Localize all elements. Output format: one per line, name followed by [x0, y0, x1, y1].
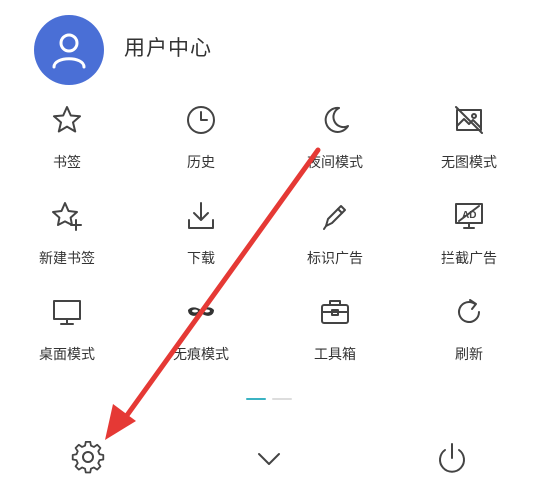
user-center-header[interactable]: 用户中心: [0, 0, 538, 90]
toolbox-icon: [317, 294, 353, 330]
menu-item-label: 新建书签: [39, 251, 95, 267]
page-dot-active: [246, 398, 266, 400]
refresh-icon: [451, 294, 487, 330]
gear-icon: [71, 441, 105, 474]
user-avatar-icon[interactable]: [34, 15, 104, 85]
collapse-button[interactable]: [247, 437, 291, 481]
no-image-icon: [451, 102, 487, 138]
menu-item-no-image-mode[interactable]: 无图模式: [402, 96, 536, 192]
menu-item-mark-ads[interactable]: 标识广告: [268, 192, 402, 288]
menu-item-incognito-mode[interactable]: 无痕模式: [134, 288, 268, 384]
menu-item-download[interactable]: 下载: [134, 192, 268, 288]
menu-item-label: 刷新: [455, 347, 483, 363]
pen-icon: [317, 198, 353, 234]
menu-item-label: 书签: [53, 155, 81, 171]
menu-item-history[interactable]: 历史: [134, 96, 268, 192]
star-plus-icon: [49, 198, 85, 234]
menu-item-label: 标识广告: [307, 251, 363, 267]
star-icon: [49, 102, 85, 138]
page-dot-inactive: [272, 398, 292, 400]
moon-icon: [317, 102, 353, 138]
menu-item-label: 无痕模式: [173, 347, 229, 363]
download-icon: [183, 198, 219, 234]
chevron-down-icon: [258, 453, 280, 465]
page-indicator: [246, 398, 294, 401]
menu-item-toolbox[interactable]: 工具箱: [268, 288, 402, 384]
mask-icon: [183, 294, 219, 330]
power-button[interactable]: [430, 437, 474, 481]
menu-item-label: 历史: [187, 155, 215, 171]
menu-item-label: 桌面模式: [39, 347, 95, 363]
menu-item-label: 下载: [187, 251, 215, 267]
user-center-title[interactable]: 用户中心: [124, 32, 212, 62]
monitor-icon: [49, 294, 85, 330]
svg-text:AD: AD: [462, 210, 476, 221]
menu-item-bookmarks[interactable]: 书签: [0, 96, 134, 192]
menu-item-label: 拦截广告: [441, 251, 497, 267]
menu-item-label: 夜间模式: [307, 155, 363, 171]
clock-icon: [183, 102, 219, 138]
menu-item-label: 工具箱: [314, 347, 356, 363]
menu-item-block-ads[interactable]: AD 拦截广告: [402, 192, 536, 288]
menu-item-night-mode[interactable]: 夜间模式: [268, 96, 402, 192]
menu-item-label: 无图模式: [441, 155, 497, 171]
power-icon: [439, 443, 465, 473]
settings-button[interactable]: [66, 437, 110, 481]
bottom-bar: [0, 425, 538, 491]
ad-block-icon: AD: [451, 198, 487, 234]
menu-item-desktop-mode[interactable]: 桌面模式: [0, 288, 134, 384]
menu-item-new-bookmark[interactable]: 新建书签: [0, 192, 134, 288]
menu-item-refresh[interactable]: 刷新: [402, 288, 536, 384]
